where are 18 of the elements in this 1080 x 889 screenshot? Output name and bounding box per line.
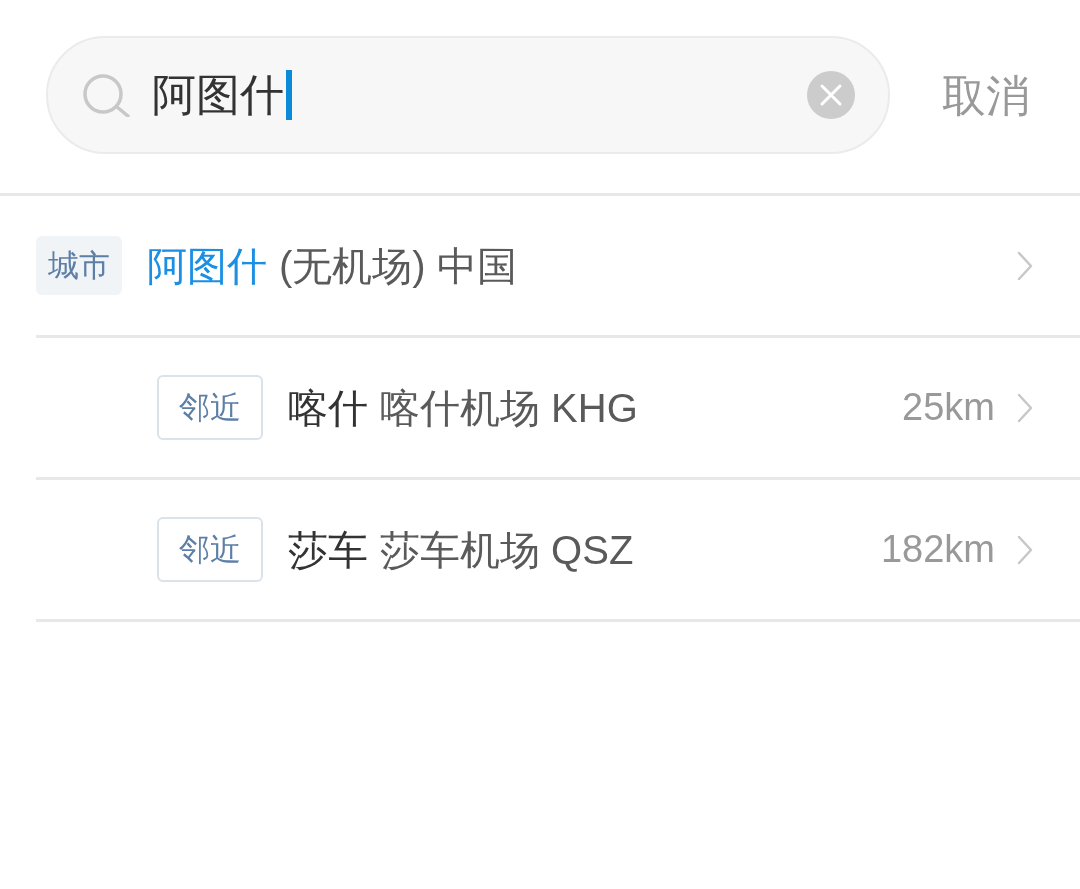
chevron-right-icon	[1017, 392, 1033, 423]
search-field[interactable]: 阿图什	[46, 36, 890, 154]
place-name: 阿图什	[147, 242, 267, 290]
nearby-tag: 邻近	[157, 517, 263, 582]
place-detail: (无机场) 中国	[279, 242, 517, 290]
distance-text: 25km	[902, 384, 995, 430]
chevron-right-icon	[1017, 250, 1033, 281]
place-name: 莎车	[288, 526, 368, 574]
place-detail: 莎车机场 QSZ	[380, 526, 634, 574]
place-name: 喀什	[288, 384, 368, 432]
nearby-tag: 邻近	[157, 375, 263, 440]
chevron-right-icon	[1017, 534, 1033, 565]
search-icon	[82, 73, 130, 117]
city-tag: 城市	[36, 236, 122, 295]
clear-icon[interactable]	[807, 71, 855, 119]
place-detail: 喀什机场 KHG	[380, 384, 638, 432]
distance-text: 182km	[880, 526, 995, 572]
search-text: 阿图什	[152, 68, 284, 121]
